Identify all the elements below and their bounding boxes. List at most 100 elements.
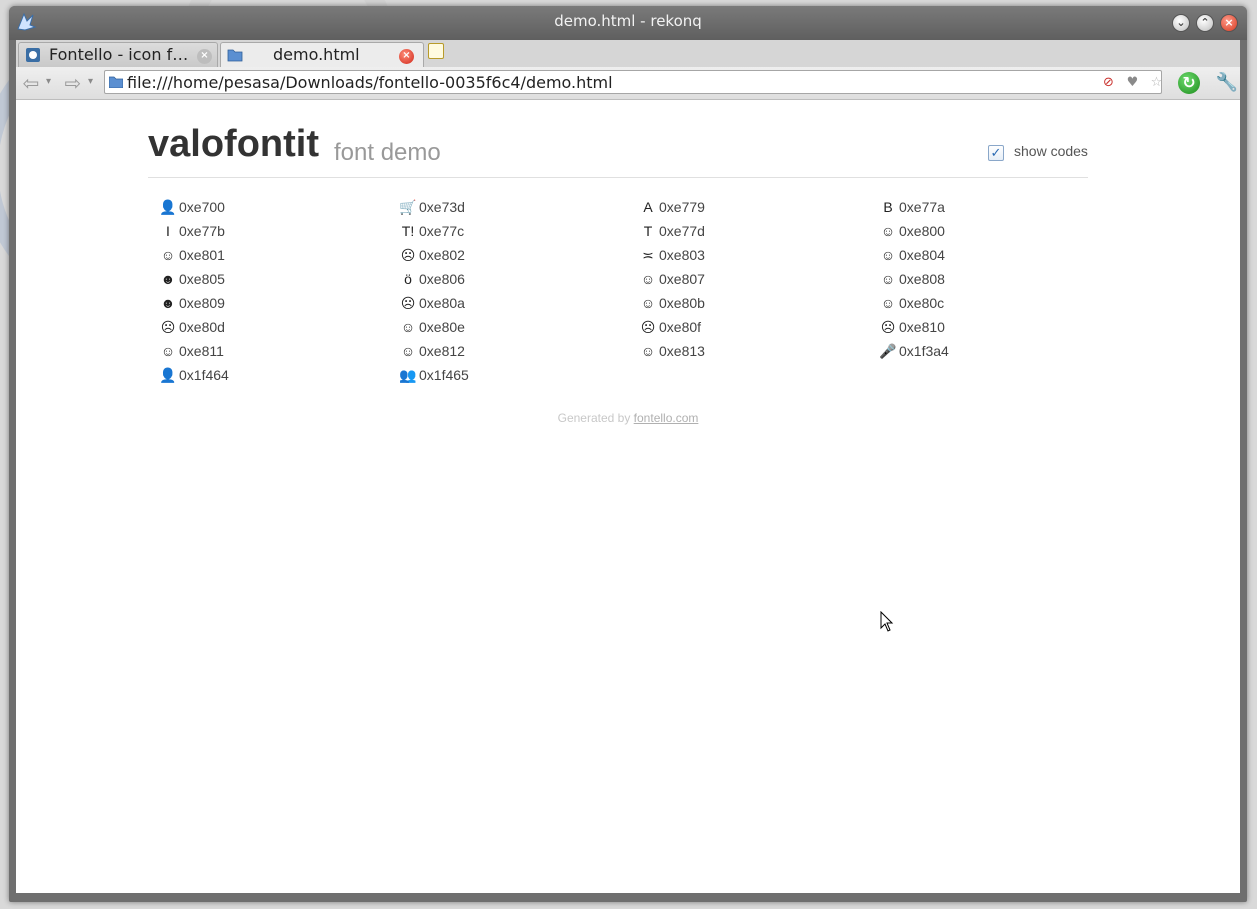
show-codes-checkbox[interactable]: ✓ (988, 145, 1004, 161)
glyph-item: 👤 0xe700 (159, 198, 389, 218)
page-subtitle: font demo (334, 139, 441, 166)
glyph-code: 0xe700 (179, 199, 225, 215)
emo-devil-icon: ☻ (160, 271, 176, 287)
show-codes-toggle[interactable]: ✓ show codes (988, 143, 1088, 165)
tab-bar: Fontello - icon f… × demo.html × (16, 40, 1240, 67)
glyph-code: 0xe811 (179, 343, 224, 359)
text-height-icon: T! (401, 223, 415, 239)
emo-laugh-icon: ☺ (400, 343, 416, 359)
glyph-code: 0xe806 (419, 271, 465, 287)
glyph-item: ☺ 0xe80b (639, 294, 869, 314)
back-arrow-icon[interactable]: ⇦ (20, 73, 42, 93)
tab-demo[interactable]: demo.html × (220, 42, 424, 67)
glyph-item: 🛒 0xe73d (399, 198, 629, 218)
glyph-item: ☺ 0xe811 (159, 342, 389, 362)
glyph-code: 0xe804 (899, 247, 945, 263)
url-input[interactable]: file:///home/pesasa/Downloads/fontello-0… (104, 70, 1162, 94)
emo-tongue-icon: ☺ (640, 271, 656, 287)
glyph-code: 0xe80f (659, 319, 702, 335)
italic-icon: I (166, 223, 170, 239)
glyph-item: ☺ 0xe800 (879, 222, 1109, 242)
navigation-bar: ⇦ ▾ ⇨ ▾ file:///home/pesasa/Downloads/fo… (16, 67, 1240, 100)
heart-icon[interactable]: ♥ (1125, 75, 1140, 90)
glyph-code: 0xe807 (659, 271, 705, 287)
emo-squint-icon: ☺ (160, 343, 176, 359)
glyph-code: 0xe77b (179, 223, 225, 239)
emo-displeased-icon: ☹ (400, 295, 416, 311)
mouse-cursor-icon (880, 611, 894, 632)
glyph-code: 0xe805 (179, 271, 225, 287)
emo-cry-icon: ☹ (640, 319, 656, 335)
url-text: file:///home/pesasa/Downloads/fontello-0… (127, 73, 613, 92)
forward-history-chevron-icon[interactable]: ▾ (88, 76, 93, 87)
glyph-code: 0x1f465 (419, 367, 469, 383)
emo-grin-icon: ☺ (880, 295, 896, 311)
glyph-item: B 0xe77a (879, 198, 1109, 218)
glyph-code: 0xe77c (419, 223, 465, 239)
glyph-item: ☹ 0xe80f (639, 318, 869, 338)
emo-surprised-icon: ö (404, 271, 412, 287)
emo-shoot-icon: ☹ (880, 319, 896, 335)
close-tab-icon[interactable]: × (197, 49, 212, 64)
emo-coffee-icon: ☺ (880, 271, 896, 287)
browser-window: demo.html - rekonq ⌄ ⌃ × Fontello - icon… (9, 6, 1247, 902)
glyph-item: ☹ 0xe810 (879, 318, 1109, 338)
glyph-code: 0xe73d (419, 199, 465, 215)
footer: Generated by fontello.com (16, 411, 1240, 425)
emo-happy-icon: ☺ (880, 223, 896, 239)
maximize-button[interactable]: ⌃ (1196, 14, 1214, 32)
glyph-code: 0xe801 (179, 247, 225, 263)
minimize-button[interactable]: ⌄ (1172, 14, 1190, 32)
glyph-code: 0xe808 (899, 271, 945, 287)
user-icon: 👤 (159, 367, 177, 383)
reload-button[interactable]: ↻ (1178, 72, 1200, 94)
emo-wink2-icon: ☺ (640, 343, 656, 359)
glyph-item: ☺ 0xe807 (639, 270, 869, 290)
glyph-item: 🎤 0x1f3a4 (879, 342, 1109, 362)
emo-angry-icon: ☹ (160, 319, 176, 335)
window-title: demo.html - rekonq (554, 12, 702, 30)
glyph-item: ☺ 0xe80e (399, 318, 629, 338)
emo-thumbsup-icon: ☺ (880, 247, 896, 263)
glyph-item: A 0xe779 (639, 198, 869, 218)
glyph-item: T 0xe77d (639, 222, 869, 242)
emo-unhappy-icon: ☹ (400, 247, 416, 263)
mic-icon: 🎤 (879, 343, 897, 359)
glyph-code: 0xe80d (179, 319, 225, 335)
glyph-code: 0xe779 (659, 199, 705, 215)
adblock-icon[interactable]: ⊘ (1101, 75, 1116, 90)
new-tab-icon[interactable] (428, 43, 444, 59)
tab-fontello[interactable]: Fontello - icon f… × (18, 42, 218, 67)
glyph-code: 0xe800 (899, 223, 945, 239)
glyph-item: ☺ 0xe813 (639, 342, 869, 362)
forward-arrow-icon[interactable]: ⇨ (62, 73, 84, 93)
folder-icon (227, 49, 243, 62)
glyph-code: 0xe802 (419, 247, 465, 263)
glyph-code: 0xe813 (659, 343, 705, 359)
glyph-item: ☹ 0xe80d (159, 318, 389, 338)
glyph-code: 0xe810 (899, 319, 945, 335)
font-icon: A (643, 199, 653, 215)
text-width-icon: T (643, 223, 653, 239)
glyph-code: 0xe809 (179, 295, 225, 311)
emo-wink-icon: ☺ (160, 247, 176, 263)
bookmark-star-icon[interactable]: ☆ (1149, 75, 1164, 90)
glyph-code: 0xe80e (419, 319, 465, 335)
glyph-item: I 0xe77b (159, 222, 389, 242)
glyph-code: 0xe80b (659, 295, 705, 311)
emo-sleep-icon: ≍ (642, 247, 654, 263)
back-history-chevron-icon[interactable]: ▾ (46, 76, 51, 87)
glyph-item: ☺ 0xe812 (399, 342, 629, 362)
glyph-item: ☺ 0xe80c (879, 294, 1109, 314)
close-window-button[interactable]: × (1220, 14, 1238, 32)
glyph-item: ☻ 0xe809 (159, 294, 389, 314)
fontello-link[interactable]: fontello.com (634, 411, 699, 425)
glyph-item: ☹ 0xe80a (399, 294, 629, 314)
user-add-icon: 👤 (159, 199, 177, 215)
emo-saint-icon: ☺ (400, 319, 416, 335)
close-tab-icon[interactable]: × (399, 49, 414, 64)
glyph-code: 0x1f464 (179, 367, 229, 383)
glyph-item: 👤 0x1f464 (159, 366, 389, 386)
tools-menu-icon[interactable]: 🔧 (1214, 72, 1240, 94)
glyph-code: 0xe80a (419, 295, 465, 311)
